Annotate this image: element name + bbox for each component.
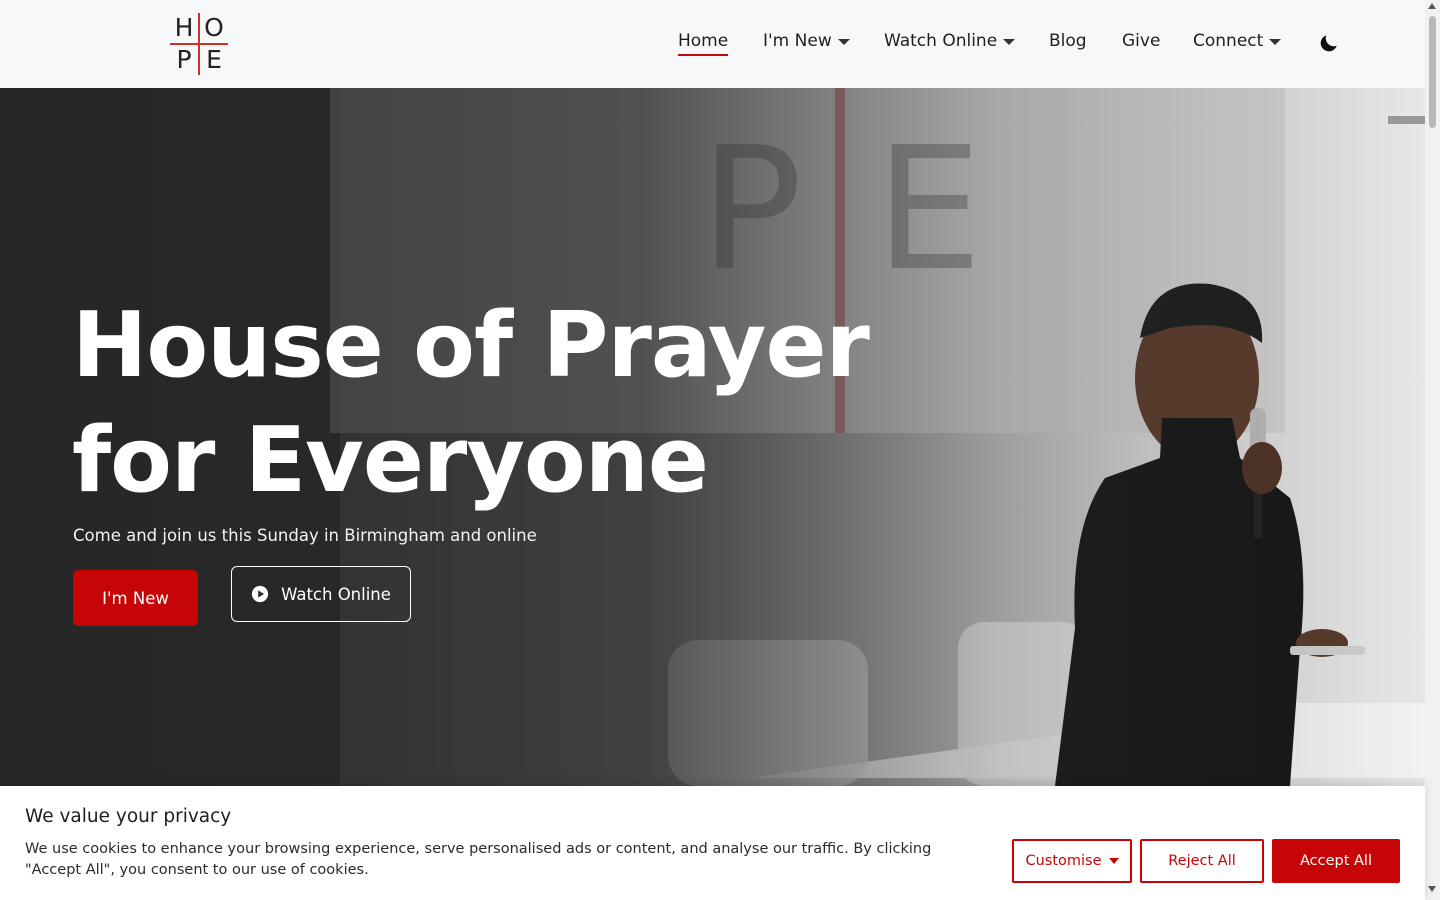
cookie-consent-banner: We value your privacy We use cookies to …	[0, 786, 1425, 900]
caret-down-icon	[1108, 858, 1119, 864]
nav-item-blog[interactable]: Blog	[1049, 31, 1087, 51]
caret-down-icon	[1269, 38, 1282, 45]
nav-item-label: Connect	[1193, 31, 1264, 51]
caret-down-icon	[1003, 38, 1016, 45]
caret-down-icon	[837, 38, 850, 45]
page-scrollbar[interactable]	[1425, 0, 1440, 900]
scroll-down-arrow-icon[interactable]	[1428, 886, 1436, 892]
nav-item-label: Watch Online	[884, 31, 998, 51]
im-new-button-label: I'm New	[102, 588, 169, 608]
logo-letter: E	[206, 45, 222, 74]
nav-item-label: Home	[678, 31, 729, 51]
nav-item-give[interactable]: Give	[1122, 31, 1160, 51]
watch-online-button-label: Watch Online	[281, 584, 391, 604]
hero-title-line: for Everyone	[72, 408, 709, 513]
nav-item-home[interactable]: Home	[678, 31, 729, 56]
accept-all-button-label: Accept All	[1299, 853, 1372, 869]
nav-item-connect[interactable]: Connect	[1193, 31, 1282, 51]
reject-all-button-label: Reject All	[1168, 853, 1236, 869]
cookie-banner-text: We use cookies to enhance your browsing …	[25, 841, 932, 878]
customise-button-label: Customise	[1025, 853, 1102, 869]
scroll-thumb[interactable]	[1429, 16, 1436, 128]
nav-item-label: I'm New	[763, 31, 832, 51]
hero-title: House of Prayer for Everyone	[72, 288, 972, 518]
nav-item-im-new[interactable]: I'm New	[763, 31, 850, 51]
accept-all-button[interactable]: Accept All	[1272, 839, 1400, 883]
logo-letter: H	[174, 13, 194, 42]
reject-all-button[interactable]: Reject All	[1140, 839, 1264, 883]
moon-icon[interactable]	[1318, 32, 1340, 54]
customise-button[interactable]: Customise	[1012, 839, 1132, 883]
play-circle-icon	[251, 585, 269, 603]
nav-item-label: Give	[1122, 31, 1161, 51]
nav-item-label: Blog	[1049, 31, 1087, 51]
cookie-banner-title: We value your privacy	[25, 806, 232, 827]
im-new-button[interactable]: I'm New	[73, 570, 198, 626]
logo-letter: O	[204, 13, 224, 42]
scroll-up-arrow-icon[interactable]	[1428, 3, 1436, 9]
site-header: H O P E Home I'm New Watch Online Blog G…	[0, 0, 1425, 88]
logo-letter: P	[176, 45, 192, 74]
hero-section: P E House of Prayer for Everyone Come an…	[0, 88, 1425, 786]
hero-subtitle: Come and join us this Sunday in Birmingh…	[73, 526, 537, 545]
hero-title-line: House of Prayer	[72, 293, 870, 398]
nav-item-watch-online[interactable]: Watch Online	[884, 31, 1016, 51]
watch-online-button[interactable]: Watch Online	[231, 566, 411, 622]
hope-logo[interactable]: H O P E	[170, 13, 228, 75]
